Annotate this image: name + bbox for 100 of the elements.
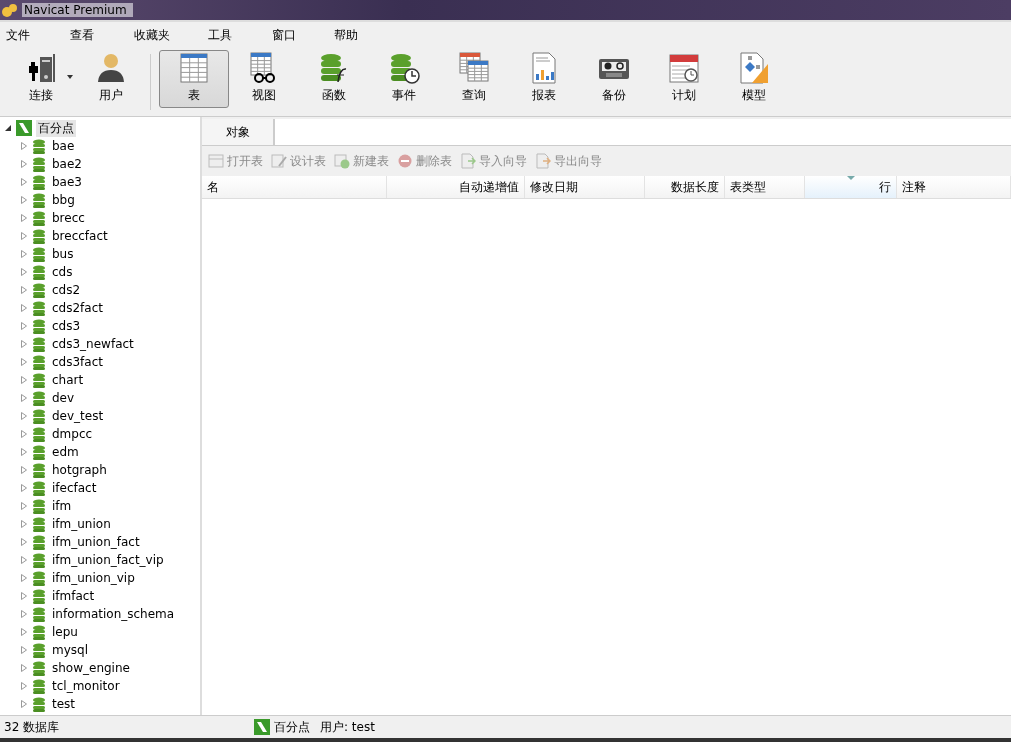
column-header[interactable]: 表类型 [725, 176, 805, 198]
column-header[interactable]: 注释 [897, 176, 1011, 198]
database-name[interactable]: dev_test [50, 409, 106, 423]
expand-arrow-icon[interactable] [20, 502, 28, 510]
expand-arrow-icon[interactable] [20, 178, 28, 186]
connection-name[interactable]: 百分点 [36, 119, 76, 137]
database-icon [32, 138, 46, 154]
toolbar-button[interactable]: 报表 [509, 50, 579, 108]
database-name[interactable]: information_schema [50, 607, 177, 621]
toolbar-button[interactable]: 表 [159, 50, 229, 108]
toolbar-button[interactable]: 查询 [439, 50, 509, 108]
expand-arrow-icon[interactable] [20, 214, 28, 222]
database-name[interactable]: bus [50, 247, 76, 261]
menu-item[interactable]: 窗口 [272, 26, 334, 44]
expand-arrow-icon[interactable] [20, 376, 28, 384]
expand-arrow-icon[interactable] [20, 322, 28, 330]
toolbar-button[interactable]: 事件 [369, 50, 439, 108]
expand-arrow-icon[interactable] [20, 484, 28, 492]
database-name[interactable]: ifm [50, 499, 74, 513]
menu-item[interactable]: 文件 [6, 26, 70, 44]
database-name[interactable]: bae3 [50, 175, 84, 189]
collapse-arrow-icon[interactable] [4, 124, 12, 132]
database-name[interactable]: cds [50, 265, 75, 279]
expand-arrow-icon[interactable] [20, 448, 28, 456]
database-count: 32 数据库 [3, 718, 61, 736]
connection-icon [16, 120, 32, 136]
expand-arrow-icon[interactable] [20, 250, 28, 258]
toolbar-button[interactable]: 用户 [76, 50, 146, 108]
expand-arrow-icon[interactable] [20, 628, 28, 636]
column-header[interactable]: 名 [202, 176, 387, 198]
expand-arrow-icon[interactable] [20, 682, 28, 690]
database-name[interactable]: ifm_union_vip [50, 571, 137, 585]
database-name[interactable]: brecc [50, 211, 87, 225]
database-name[interactable]: lepu [50, 625, 80, 639]
toolbar-button[interactable]: 模型 [719, 50, 789, 108]
column-header[interactable]: 自动递增值 [387, 176, 525, 198]
database-name[interactable]: ifm_union_fact_vip [50, 553, 166, 567]
toolbar-button[interactable]: 计划 [649, 50, 719, 108]
expand-arrow-icon[interactable] [20, 556, 28, 564]
database-name[interactable]: edm [50, 445, 81, 459]
toolbar-button[interactable]: 备份 [579, 50, 649, 108]
database-name[interactable]: bae2 [50, 157, 84, 171]
expand-arrow-icon[interactable] [20, 574, 28, 582]
database-name[interactable]: test [50, 697, 78, 711]
database-name[interactable]: ifm_union_fact [50, 535, 142, 549]
database-name[interactable]: ifm_union [50, 517, 113, 531]
toolbar-button[interactable]: 连接 [6, 50, 76, 108]
expand-arrow-icon[interactable] [20, 268, 28, 276]
database-name[interactable]: mysql [50, 643, 90, 657]
database-name[interactable]: cds2fact [50, 301, 105, 315]
expand-arrow-icon[interactable] [20, 160, 28, 168]
expand-arrow-icon[interactable] [20, 592, 28, 600]
caret-icon[interactable] [67, 75, 73, 79]
database-name[interactable]: ifecfact [50, 481, 99, 495]
toolbar-button[interactable]: 函数 [299, 50, 369, 108]
expand-arrow-icon[interactable] [20, 142, 28, 150]
database-name[interactable]: cds3fact [50, 355, 105, 369]
expand-arrow-icon[interactable] [20, 520, 28, 528]
database-name[interactable]: cds3 [50, 319, 83, 333]
database-name[interactable]: bae [50, 139, 77, 153]
database-name[interactable]: cds3_newfact [50, 337, 136, 351]
database-name[interactable]: hotgraph [50, 463, 109, 477]
menu-item[interactable]: 帮助 [334, 26, 398, 44]
expand-arrow-icon[interactable] [20, 196, 28, 204]
expand-arrow-icon[interactable] [20, 700, 28, 708]
expand-arrow-icon[interactable] [20, 412, 28, 420]
expand-arrow-icon[interactable] [20, 466, 28, 474]
database-icon [32, 642, 46, 658]
database-icon [32, 318, 46, 334]
expand-arrow-icon[interactable] [20, 340, 28, 348]
expand-arrow-icon[interactable] [20, 646, 28, 654]
expand-arrow-icon[interactable] [20, 538, 28, 546]
database-icon [32, 660, 46, 676]
menu-item[interactable]: 查看 [70, 26, 134, 44]
database-name[interactable]: chart [50, 373, 86, 387]
database-icon [32, 552, 46, 568]
toolbar-button[interactable]: 视图 [229, 50, 299, 108]
expand-arrow-icon[interactable] [20, 232, 28, 240]
database-name[interactable]: dev [50, 391, 77, 405]
expand-arrow-icon[interactable] [20, 358, 28, 366]
database-name[interactable]: breccfact [50, 229, 110, 243]
expand-arrow-icon[interactable] [20, 430, 28, 438]
database-name[interactable]: show_engine [50, 661, 132, 675]
database-name[interactable]: bbg [50, 193, 77, 207]
database-icon [32, 228, 46, 244]
column-header[interactable]: 行 [805, 176, 897, 198]
database-name[interactable]: ifmfact [50, 589, 97, 603]
expand-arrow-icon[interactable] [20, 286, 28, 294]
tab[interactable]: 对象 [202, 119, 274, 145]
database-name[interactable]: cds2 [50, 283, 83, 297]
column-header[interactable]: 数据长度 [645, 176, 725, 198]
expand-arrow-icon[interactable] [20, 610, 28, 618]
menu-item[interactable]: 工具 [208, 26, 272, 44]
database-name[interactable]: tcl_monitor [50, 679, 122, 693]
expand-arrow-icon[interactable] [20, 304, 28, 312]
expand-arrow-icon[interactable] [20, 664, 28, 672]
column-header[interactable]: 修改日期 [525, 176, 645, 198]
database-name[interactable]: dmpcc [50, 427, 95, 441]
expand-arrow-icon[interactable] [20, 394, 28, 402]
menu-item[interactable]: 收藏夹 [134, 26, 208, 44]
